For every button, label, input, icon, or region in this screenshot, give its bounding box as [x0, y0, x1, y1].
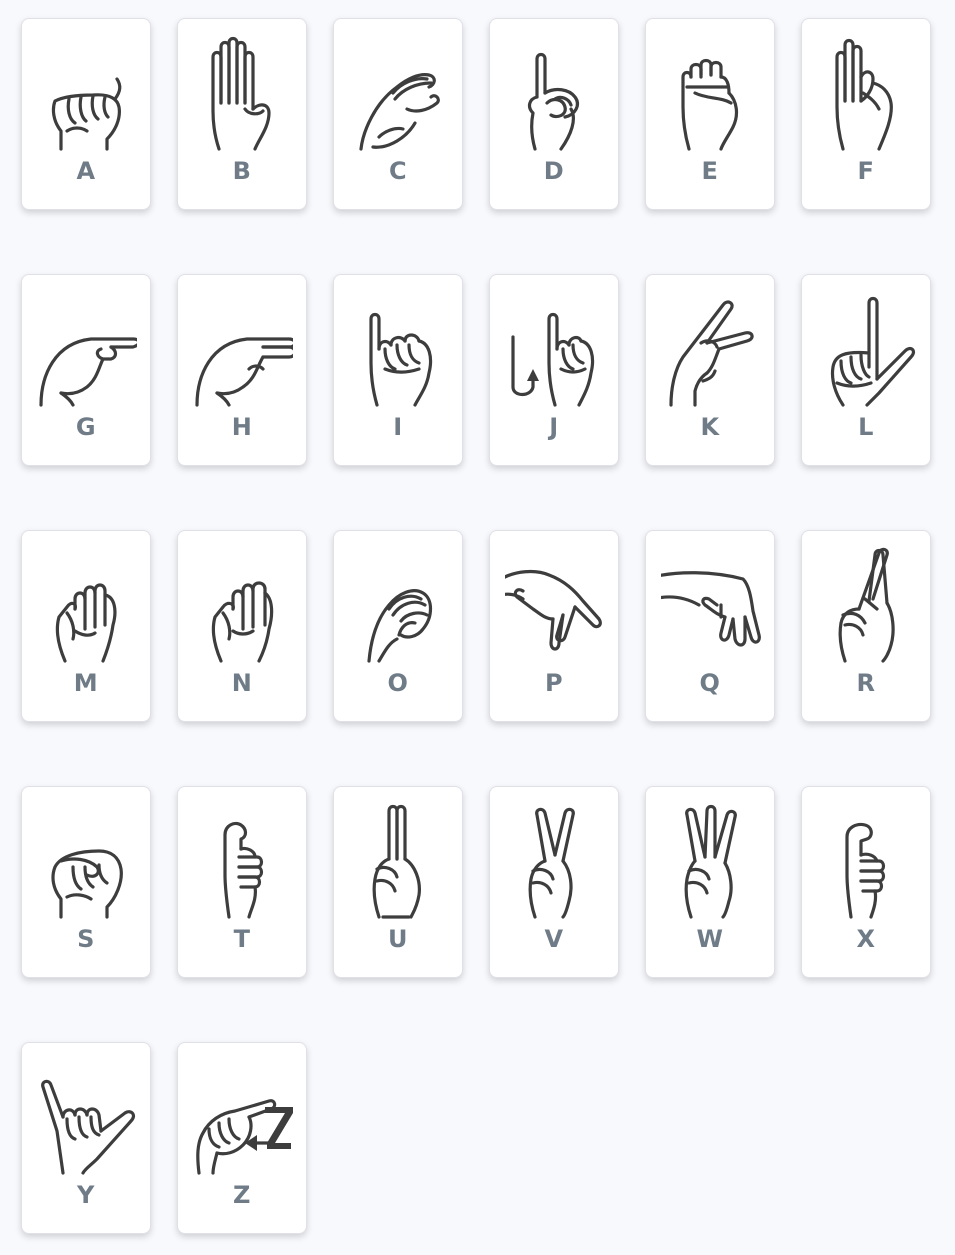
letter-card-b[interactable]: B [177, 18, 307, 210]
letter-label: U [388, 925, 408, 953]
letter-label: F [857, 157, 875, 185]
asl-k-icon [669, 300, 754, 407]
asl-t-icon [223, 821, 264, 919]
letter-label: G [75, 413, 97, 441]
letter-label: I [393, 413, 403, 441]
letter-card-k[interactable]: K [645, 274, 775, 466]
letter-card-o[interactable]: O [333, 530, 463, 722]
asl-w-icon [684, 804, 737, 919]
asl-q-icon [661, 571, 761, 647]
letter-card-d[interactable]: D [489, 18, 619, 210]
letter-label: N [231, 669, 253, 697]
letter-label: Z [233, 1181, 251, 1209]
letter-label: D [543, 157, 565, 185]
letter-card-c[interactable]: C [333, 18, 463, 210]
asl-alphabet-grid: A B C D E F G H I J K L M N O P Q R S T … [0, 0, 955, 1255]
asl-o-icon [367, 589, 433, 663]
letter-card-u[interactable]: U [333, 786, 463, 978]
asl-a-icon [51, 77, 122, 151]
asl-p-icon [505, 569, 602, 651]
letter-label: J [549, 413, 559, 441]
letter-card-i[interactable]: I [333, 274, 463, 466]
letter-card-h[interactable]: H [177, 274, 307, 466]
letter-label: R [856, 669, 876, 697]
asl-n-icon [211, 581, 274, 663]
letter-label: E [701, 157, 719, 185]
letter-label: O [387, 669, 409, 697]
letter-card-p[interactable]: P [489, 530, 619, 722]
letter-label: M [73, 669, 99, 697]
letter-label: H [231, 413, 253, 441]
asl-l-icon [830, 296, 916, 407]
letter-label: P [544, 669, 564, 697]
letter-card-t[interactable]: T [177, 786, 307, 978]
letter-card-g[interactable]: G [21, 274, 151, 466]
letter-label: W [696, 925, 724, 953]
asl-z-icon [196, 1099, 293, 1175]
asl-y-icon [41, 1079, 136, 1175]
letter-label: K [700, 413, 720, 441]
letter-label: C [388, 157, 408, 185]
asl-r-icon [838, 547, 895, 663]
letter-card-w[interactable]: W [645, 786, 775, 978]
asl-j-icon [511, 312, 595, 407]
letter-label: X [856, 925, 876, 953]
letter-card-n[interactable]: N [177, 530, 307, 722]
letter-card-s[interactable]: S [21, 786, 151, 978]
letter-card-v[interactable]: V [489, 786, 619, 978]
asl-u-icon [372, 804, 421, 919]
letter-label: L [858, 413, 874, 441]
asl-e-icon [681, 58, 739, 151]
letter-label: S [77, 925, 95, 953]
letter-card-m[interactable]: M [21, 530, 151, 722]
letter-card-j[interactable]: J [489, 274, 619, 466]
asl-c-icon [359, 73, 440, 151]
letter-card-l[interactable]: L [801, 274, 931, 466]
asl-d-icon [527, 52, 579, 151]
letter-card-f[interactable]: F [801, 18, 931, 210]
letter-card-e[interactable]: E [645, 18, 775, 210]
letter-card-y[interactable]: Y [21, 1042, 151, 1234]
asl-b-icon [211, 36, 271, 151]
asl-s-icon [51, 849, 123, 919]
asl-g-icon [39, 337, 137, 407]
asl-v-icon [528, 807, 575, 919]
asl-x-icon [845, 822, 886, 919]
letter-label: A [76, 157, 96, 185]
asl-m-icon [55, 583, 117, 663]
letter-label: V [544, 925, 564, 953]
asl-h-icon [195, 337, 293, 407]
asl-i-icon [369, 312, 433, 407]
letter-card-a[interactable]: A [21, 18, 151, 210]
letter-card-r[interactable]: R [801, 530, 931, 722]
letter-card-z[interactable]: Z [177, 1042, 307, 1234]
letter-label: Y [77, 1181, 95, 1209]
asl-f-icon [835, 38, 893, 151]
letter-label: B [232, 157, 252, 185]
letter-label: T [233, 925, 251, 953]
letter-card-x[interactable]: X [801, 786, 931, 978]
letter-label: Q [699, 669, 721, 697]
letter-card-q[interactable]: Q [645, 530, 775, 722]
